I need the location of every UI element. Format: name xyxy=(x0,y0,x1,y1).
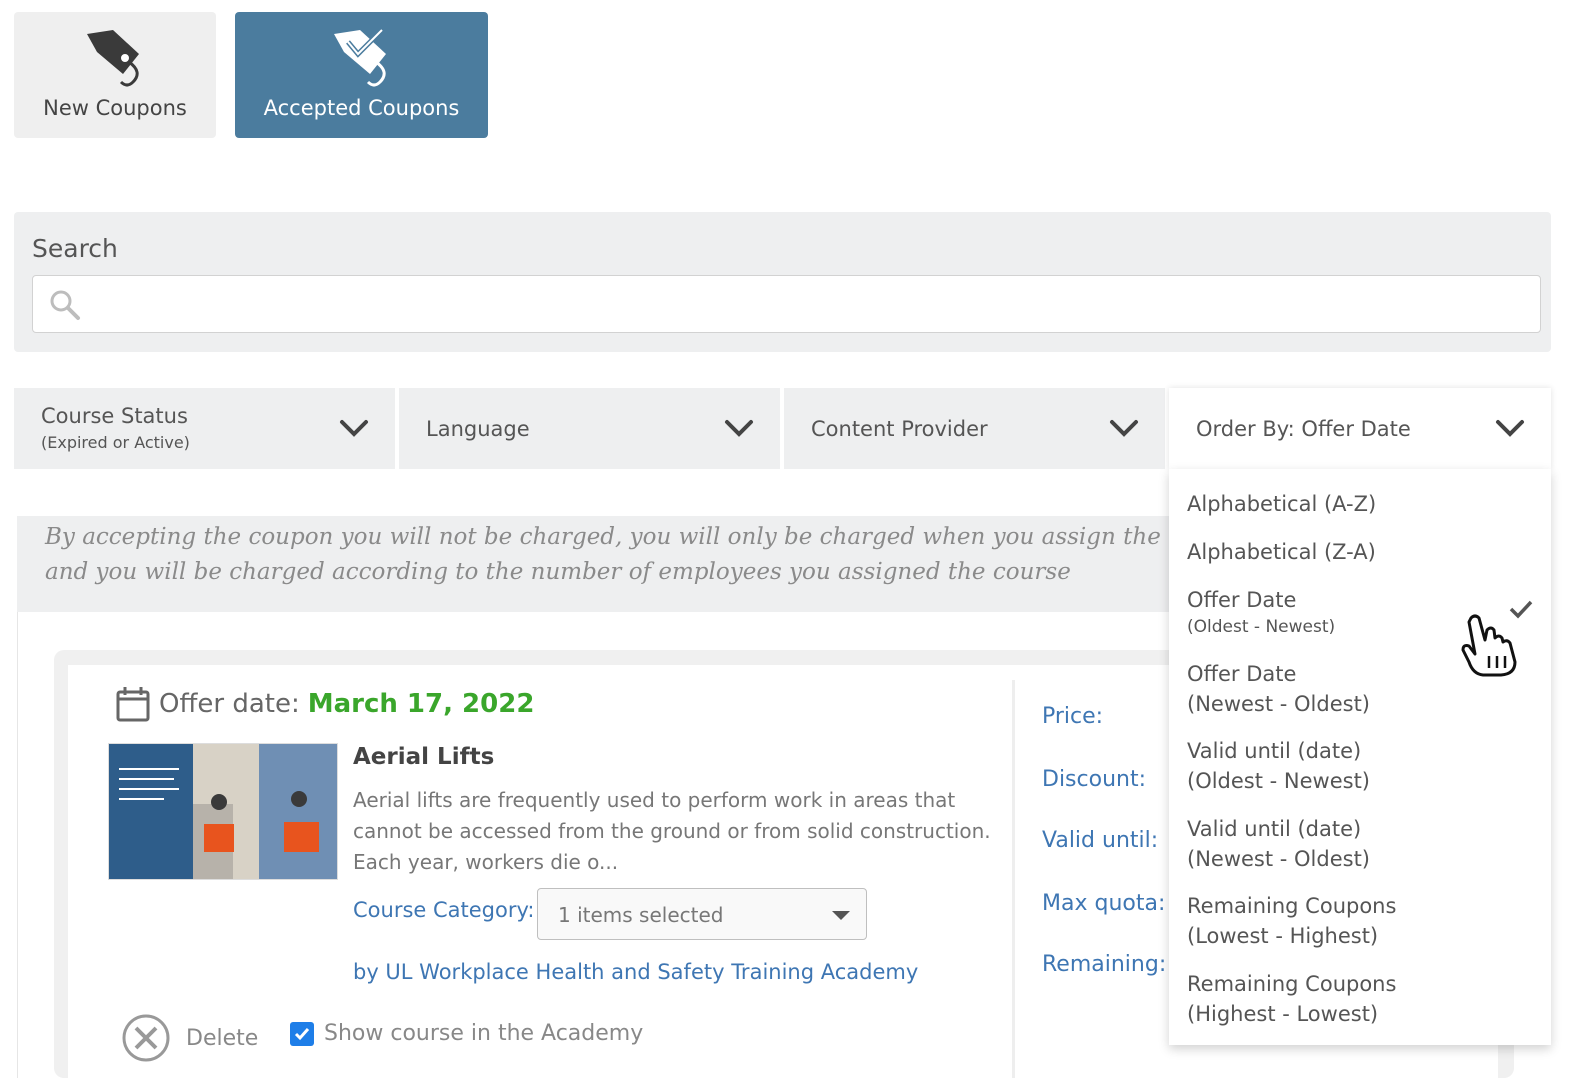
course-thumbnail xyxy=(108,743,338,880)
order-option-sublabel: (Highest - Lowest) xyxy=(1187,1002,1379,1026)
caret-down-icon xyxy=(832,911,850,920)
discount-label: Discount: xyxy=(1042,767,1146,792)
close-circle-icon xyxy=(122,1014,170,1062)
course-description: Aerial lifts are frequently used to perf… xyxy=(353,788,991,874)
order-option-offer-newest[interactable]: Offer Date (Newest - Oldest) xyxy=(1187,659,1370,719)
order-option-label: Offer Date xyxy=(1187,588,1297,612)
order-option-sublabel: (Oldest - Newest) xyxy=(1187,769,1371,793)
filter-language[interactable]: Language xyxy=(399,388,780,469)
search-icon xyxy=(50,290,80,320)
order-option-remaining-highest[interactable]: Remaining Coupons (Highest - Lowest) xyxy=(1187,969,1396,1029)
order-option-alpha-az[interactable]: Alphabetical (A-Z) xyxy=(1187,489,1376,519)
order-option-alpha-za[interactable]: Alphabetical (Z-A) xyxy=(1187,537,1376,567)
filter-content-provider-label: Content Provider xyxy=(811,417,988,441)
course-category-label: Course Category: xyxy=(353,898,535,922)
tab-new-coupons-label: New Coupons xyxy=(43,96,187,120)
tab-new-coupons[interactable]: New Coupons xyxy=(14,12,216,138)
tab-accepted-coupons-label: Accepted Coupons xyxy=(263,96,460,120)
filter-content-provider[interactable]: Content Provider xyxy=(784,388,1165,469)
show-in-academy-toggle[interactable]: Show course in the Academy xyxy=(290,1021,643,1046)
order-option-remaining-lowest[interactable]: Remaining Coupons (Lowest - Highest) xyxy=(1187,891,1396,951)
search-panel: Search xyxy=(14,212,1551,352)
order-option-label: Offer Date xyxy=(1187,662,1297,686)
valid-until-label: Valid until: xyxy=(1042,828,1159,853)
filter-language-label: Language xyxy=(426,417,530,441)
order-option-label: Remaining Coupons xyxy=(1187,972,1397,996)
order-by-dropdown-menu: Alphabetical (A-Z) Alphabetical (Z-A) Of… xyxy=(1169,469,1551,1045)
offer-date-line: Offer date: March 17, 2022 xyxy=(115,685,534,723)
calendar-icon xyxy=(116,687,150,722)
order-option-label: Valid until (date) xyxy=(1187,817,1362,841)
price-label: Price: xyxy=(1042,704,1104,729)
search-input[interactable] xyxy=(32,275,1541,333)
card-divider xyxy=(1012,680,1015,1078)
order-option-offer-oldest[interactable]: Offer Date (Oldest - Newest) xyxy=(1187,585,1335,639)
hand-pointer-cursor-icon xyxy=(1461,614,1517,677)
filter-course-status-sub: (Expired or Active) xyxy=(41,433,190,452)
price-tag-check-icon xyxy=(330,28,394,94)
show-in-academy-checkbox[interactable] xyxy=(290,1021,314,1046)
order-option-label: Alphabetical (Z-A) xyxy=(1187,540,1376,564)
max-quota-label: Max quota: xyxy=(1042,891,1166,916)
filter-order-by-label: Order By: Offer Date xyxy=(1196,417,1411,441)
filter-order-by[interactable]: Order By: Offer Date xyxy=(1169,388,1551,469)
course-category-value: 1 items selected xyxy=(558,903,724,927)
order-option-label: Valid until (date) xyxy=(1187,739,1362,763)
course-category-select[interactable]: 1 items selected xyxy=(537,888,867,940)
search-title: Search xyxy=(32,234,118,263)
order-option-sublabel: (Newest - Oldest) xyxy=(1187,847,1371,871)
order-option-sublabel: (Oldest - Newest) xyxy=(1187,617,1336,637)
delete-label: Delete xyxy=(186,1025,259,1051)
offer-date-label: Offer date: xyxy=(159,689,300,719)
chevron-down-icon xyxy=(1110,420,1138,437)
checkmark-icon xyxy=(294,1027,310,1040)
remaining-label: Remaining: xyxy=(1042,952,1167,977)
chevron-down-icon xyxy=(340,420,368,437)
order-option-valid-oldest[interactable]: Valid until (date) (Oldest - Newest) xyxy=(1187,736,1370,796)
chevron-down-icon xyxy=(1496,420,1524,437)
order-option-sublabel: (Lowest - Highest) xyxy=(1187,924,1379,948)
order-option-sublabel: (Newest - Oldest) xyxy=(1187,692,1371,716)
show-in-academy-label: Show course in the Academy xyxy=(324,1021,644,1046)
order-option-valid-newest[interactable]: Valid until (date) (Newest - Oldest) xyxy=(1187,814,1370,874)
filter-course-status-label: Course Status xyxy=(41,404,188,428)
tab-accepted-coupons[interactable]: Accepted Coupons xyxy=(235,12,488,138)
filter-course-status[interactable]: Course Status (Expired or Active) xyxy=(14,388,395,469)
order-option-label: Alphabetical (A-Z) xyxy=(1187,492,1377,516)
order-option-label: Remaining Coupons xyxy=(1187,894,1397,918)
delete-button[interactable]: Delete xyxy=(120,1012,258,1064)
chevron-down-icon xyxy=(725,420,753,437)
offer-date-value: March 17, 2022 xyxy=(307,689,535,719)
notice-banner: By accepting the coupon you will not be … xyxy=(17,516,1169,612)
course-provider-link[interactable]: by UL Workplace Health and Safety Traini… xyxy=(353,960,918,984)
notice-text: By accepting the coupon you will not be … xyxy=(45,524,1169,585)
price-tag-icon xyxy=(83,28,147,94)
course-title: Aerial Lifts xyxy=(353,744,495,770)
